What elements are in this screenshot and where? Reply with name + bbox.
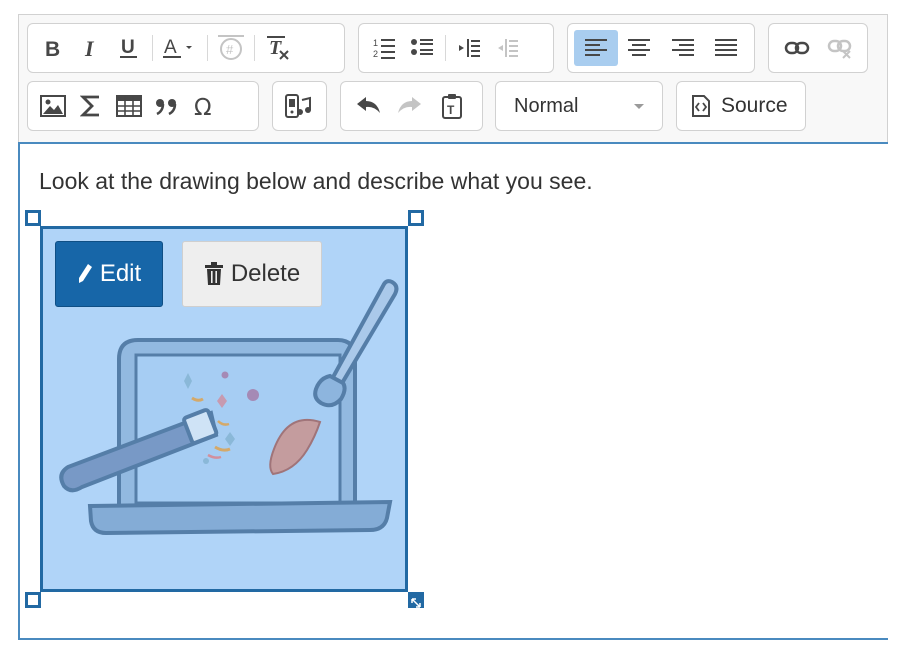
- anchor-icon: #: [218, 35, 244, 60]
- image-button[interactable]: [34, 88, 72, 124]
- source-button-label: Source: [721, 94, 788, 117]
- svg-text:I: I: [84, 37, 95, 59]
- blockquote-button[interactable]: [148, 88, 186, 124]
- align-center-icon: [628, 39, 651, 56]
- remove-format-button[interactable]: T: [259, 30, 297, 66]
- justify-button[interactable]: [705, 30, 749, 66]
- underline-button[interactable]: U: [110, 30, 148, 66]
- list-group: 12: [358, 23, 554, 73]
- redo-icon: [398, 97, 421, 113]
- svg-text:2: 2: [373, 49, 378, 59]
- edit-image-button[interactable]: Edit: [55, 241, 163, 307]
- basic-styles-group: B I U A # T: [27, 23, 345, 73]
- resize-arrows-icon: [411, 598, 421, 608]
- align-right-icon: [671, 39, 694, 56]
- italic-button[interactable]: I: [72, 30, 110, 66]
- bold-icon: B: [45, 38, 60, 59]
- svg-text:T: T: [269, 37, 282, 59]
- source-button[interactable]: Source: [676, 81, 806, 131]
- table-button[interactable]: [110, 88, 148, 124]
- svg-text:T: T: [447, 103, 455, 117]
- bulleted-list-button[interactable]: [403, 30, 441, 66]
- history-group: T: [340, 81, 483, 131]
- align-left-icon: [584, 39, 607, 56]
- svg-text:A: A: [164, 37, 177, 58]
- outdent-button[interactable]: [450, 30, 488, 66]
- indent-icon: [498, 39, 518, 57]
- svg-text:1: 1: [373, 38, 378, 48]
- svg-text:#: #: [226, 42, 234, 57]
- separator: [254, 35, 255, 61]
- outdent-icon: [459, 39, 480, 57]
- math-button[interactable]: [72, 88, 110, 124]
- separator: [445, 35, 446, 61]
- remove-format-icon: T: [267, 36, 289, 60]
- italic-icon: I: [84, 37, 95, 59]
- special-char-button[interactable]: Ω: [186, 88, 224, 124]
- delete-image-button-label: Delete: [230, 260, 301, 287]
- image-icon: [40, 95, 66, 117]
- pencil-icon: [78, 264, 92, 283]
- numbered-list-button[interactable]: 12: [365, 30, 403, 66]
- redo-button[interactable]: [389, 88, 431, 124]
- align-right-button[interactable]: [661, 30, 705, 66]
- editor-paragraph[interactable]: Look at the drawing below and describe w…: [39, 168, 593, 195]
- unlink-icon: [827, 39, 851, 59]
- quote-icon: [156, 99, 177, 116]
- anchor-button[interactable]: #: [212, 30, 250, 66]
- undo-button[interactable]: [347, 88, 389, 124]
- link-button[interactable]: [775, 30, 818, 66]
- separator: [207, 35, 208, 61]
- resize-handle-bottom-left[interactable]: [25, 592, 41, 608]
- resize-handle-top-left[interactable]: [25, 210, 41, 226]
- chevron-down-icon: [634, 103, 644, 109]
- trash-icon: [204, 262, 223, 285]
- undo-icon: [357, 97, 380, 113]
- resize-handle-bottom-right[interactable]: [408, 592, 424, 608]
- insert-group: Ω: [27, 81, 259, 131]
- resize-handle-top-right[interactable]: [408, 210, 424, 226]
- sigma-icon: [80, 95, 99, 117]
- indent-button[interactable]: [488, 30, 526, 66]
- delete-image-button[interactable]: Delete: [182, 241, 322, 307]
- svg-text:U: U: [121, 37, 135, 58]
- editor-content-area[interactable]: Look at the drawing below and describe w…: [18, 142, 888, 640]
- unlink-button[interactable]: [818, 30, 861, 66]
- bold-button[interactable]: B: [34, 30, 72, 66]
- svg-text:Ω: Ω: [194, 95, 212, 118]
- underline-icon: U: [120, 37, 137, 58]
- justify-icon: [715, 39, 738, 56]
- media-icon: [285, 94, 311, 118]
- format-select[interactable]: Normal: [495, 81, 663, 131]
- numbered-list-icon: 12: [373, 38, 395, 59]
- separator: [152, 35, 153, 61]
- bulleted-list-icon: [411, 39, 433, 55]
- omega-icon: Ω: [194, 95, 212, 118]
- editor-toolbar: B I U A # T 12 Ω T Normal Source: [18, 14, 888, 142]
- svg-text:B: B: [45, 38, 60, 59]
- text-color-button[interactable]: A: [157, 30, 203, 66]
- paste-text-button[interactable]: T: [431, 88, 473, 124]
- table-icon: [116, 95, 142, 117]
- media-group: [272, 81, 327, 131]
- link-icon: [784, 41, 809, 55]
- format-select-value: Normal: [514, 94, 579, 117]
- source-icon: [692, 95, 710, 117]
- edit-image-button-label: Edit: [99, 260, 142, 287]
- alignment-group: [567, 23, 755, 73]
- text-color-icon: A: [163, 37, 192, 58]
- align-left-button[interactable]: [574, 30, 618, 66]
- image-widget[interactable]: Edit Delete: [40, 226, 408, 592]
- paste-text-icon: T: [442, 94, 462, 119]
- align-center-button[interactable]: [618, 30, 662, 66]
- link-group: [768, 23, 868, 73]
- media-button[interactable]: [279, 88, 317, 124]
